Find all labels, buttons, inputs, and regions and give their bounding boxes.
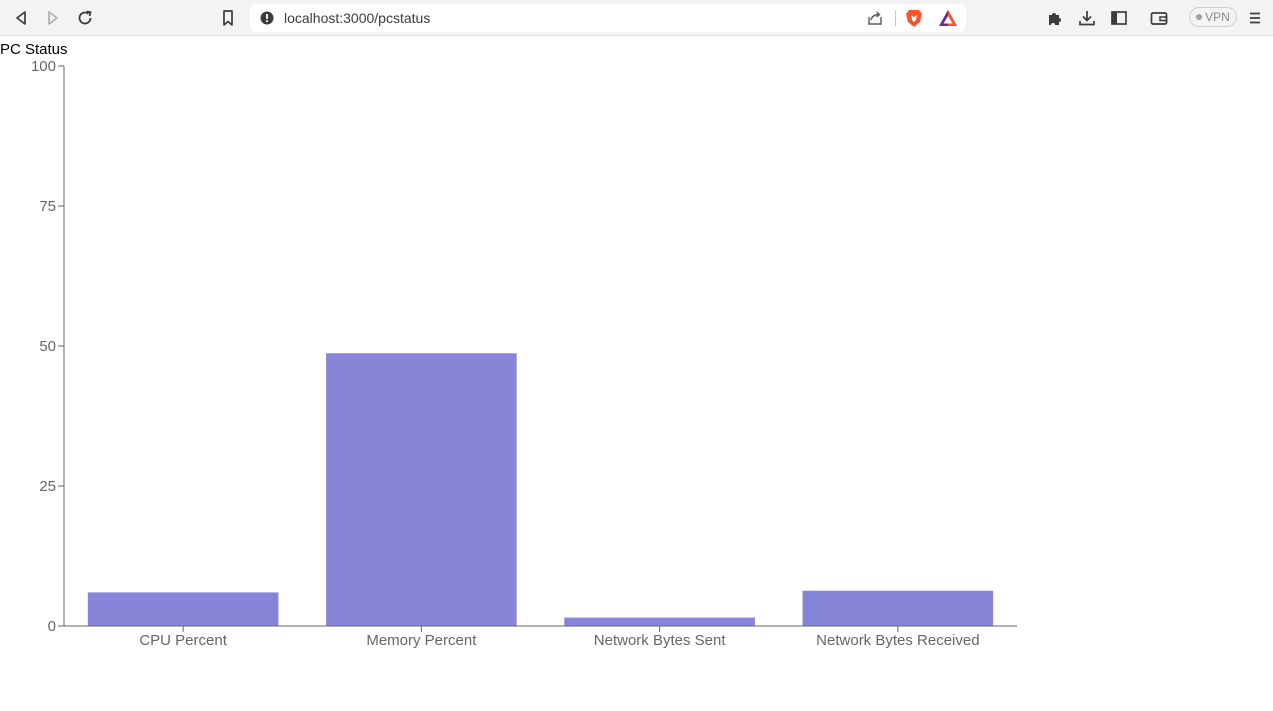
bar-network-bytes-received (802, 590, 994, 626)
extensions-icon[interactable] (1044, 7, 1066, 29)
browser-toolbar: localhost:3000/pcstatus VPN (0, 0, 1273, 36)
address-divider (895, 10, 896, 26)
vpn-button[interactable]: VPN (1189, 7, 1237, 27)
brave-rewards-icon[interactable] (938, 9, 958, 27)
y-tick-label: 75 (39, 198, 56, 215)
url-text[interactable]: localhost:3000/pcstatus (284, 10, 430, 26)
y-tick-label: 100 (31, 58, 56, 75)
bookmark-icon[interactable] (217, 7, 239, 29)
reload-icon[interactable] (74, 7, 96, 29)
brave-shields-icon[interactable] (904, 8, 924, 28)
axes-group: 0 25 50 75 100 CPU Percent Memory Percent Netwo… (31, 58, 1017, 649)
bar-memory-percent (326, 353, 517, 626)
bar-chart: 0 25 50 75 100 CPU Percent Memory Percent Netwo… (31, 58, 1017, 649)
y-tick-label: 25 (39, 478, 56, 495)
x-tick-label: Network Bytes Received (816, 632, 979, 649)
bar-cpu-percent (87, 592, 279, 626)
wallet-icon[interactable] (1148, 7, 1170, 29)
back-icon[interactable] (10, 7, 32, 29)
menu-icon[interactable] (1244, 7, 1266, 29)
x-tick-label: CPU Percent (139, 632, 227, 649)
vpn-status-dot (1196, 14, 1203, 20)
x-tick-label: Network Bytes Sent (594, 632, 727, 649)
downloads-icon[interactable] (1076, 7, 1098, 29)
bars-group (87, 353, 994, 626)
info-icon[interactable] (260, 11, 274, 25)
share-icon[interactable] (866, 9, 884, 27)
bar-network-bytes-sent (564, 617, 755, 626)
sidebar-icon[interactable] (1108, 7, 1130, 29)
address-bar[interactable]: localhost:3000/pcstatus (250, 4, 966, 32)
forward-icon[interactable] (42, 7, 64, 29)
y-tick-label: 0 (48, 618, 56, 635)
y-tick-label: 50 (39, 338, 56, 355)
x-tick-label: Memory Percent (366, 632, 477, 649)
vpn-label: VPN (1205, 10, 1230, 24)
